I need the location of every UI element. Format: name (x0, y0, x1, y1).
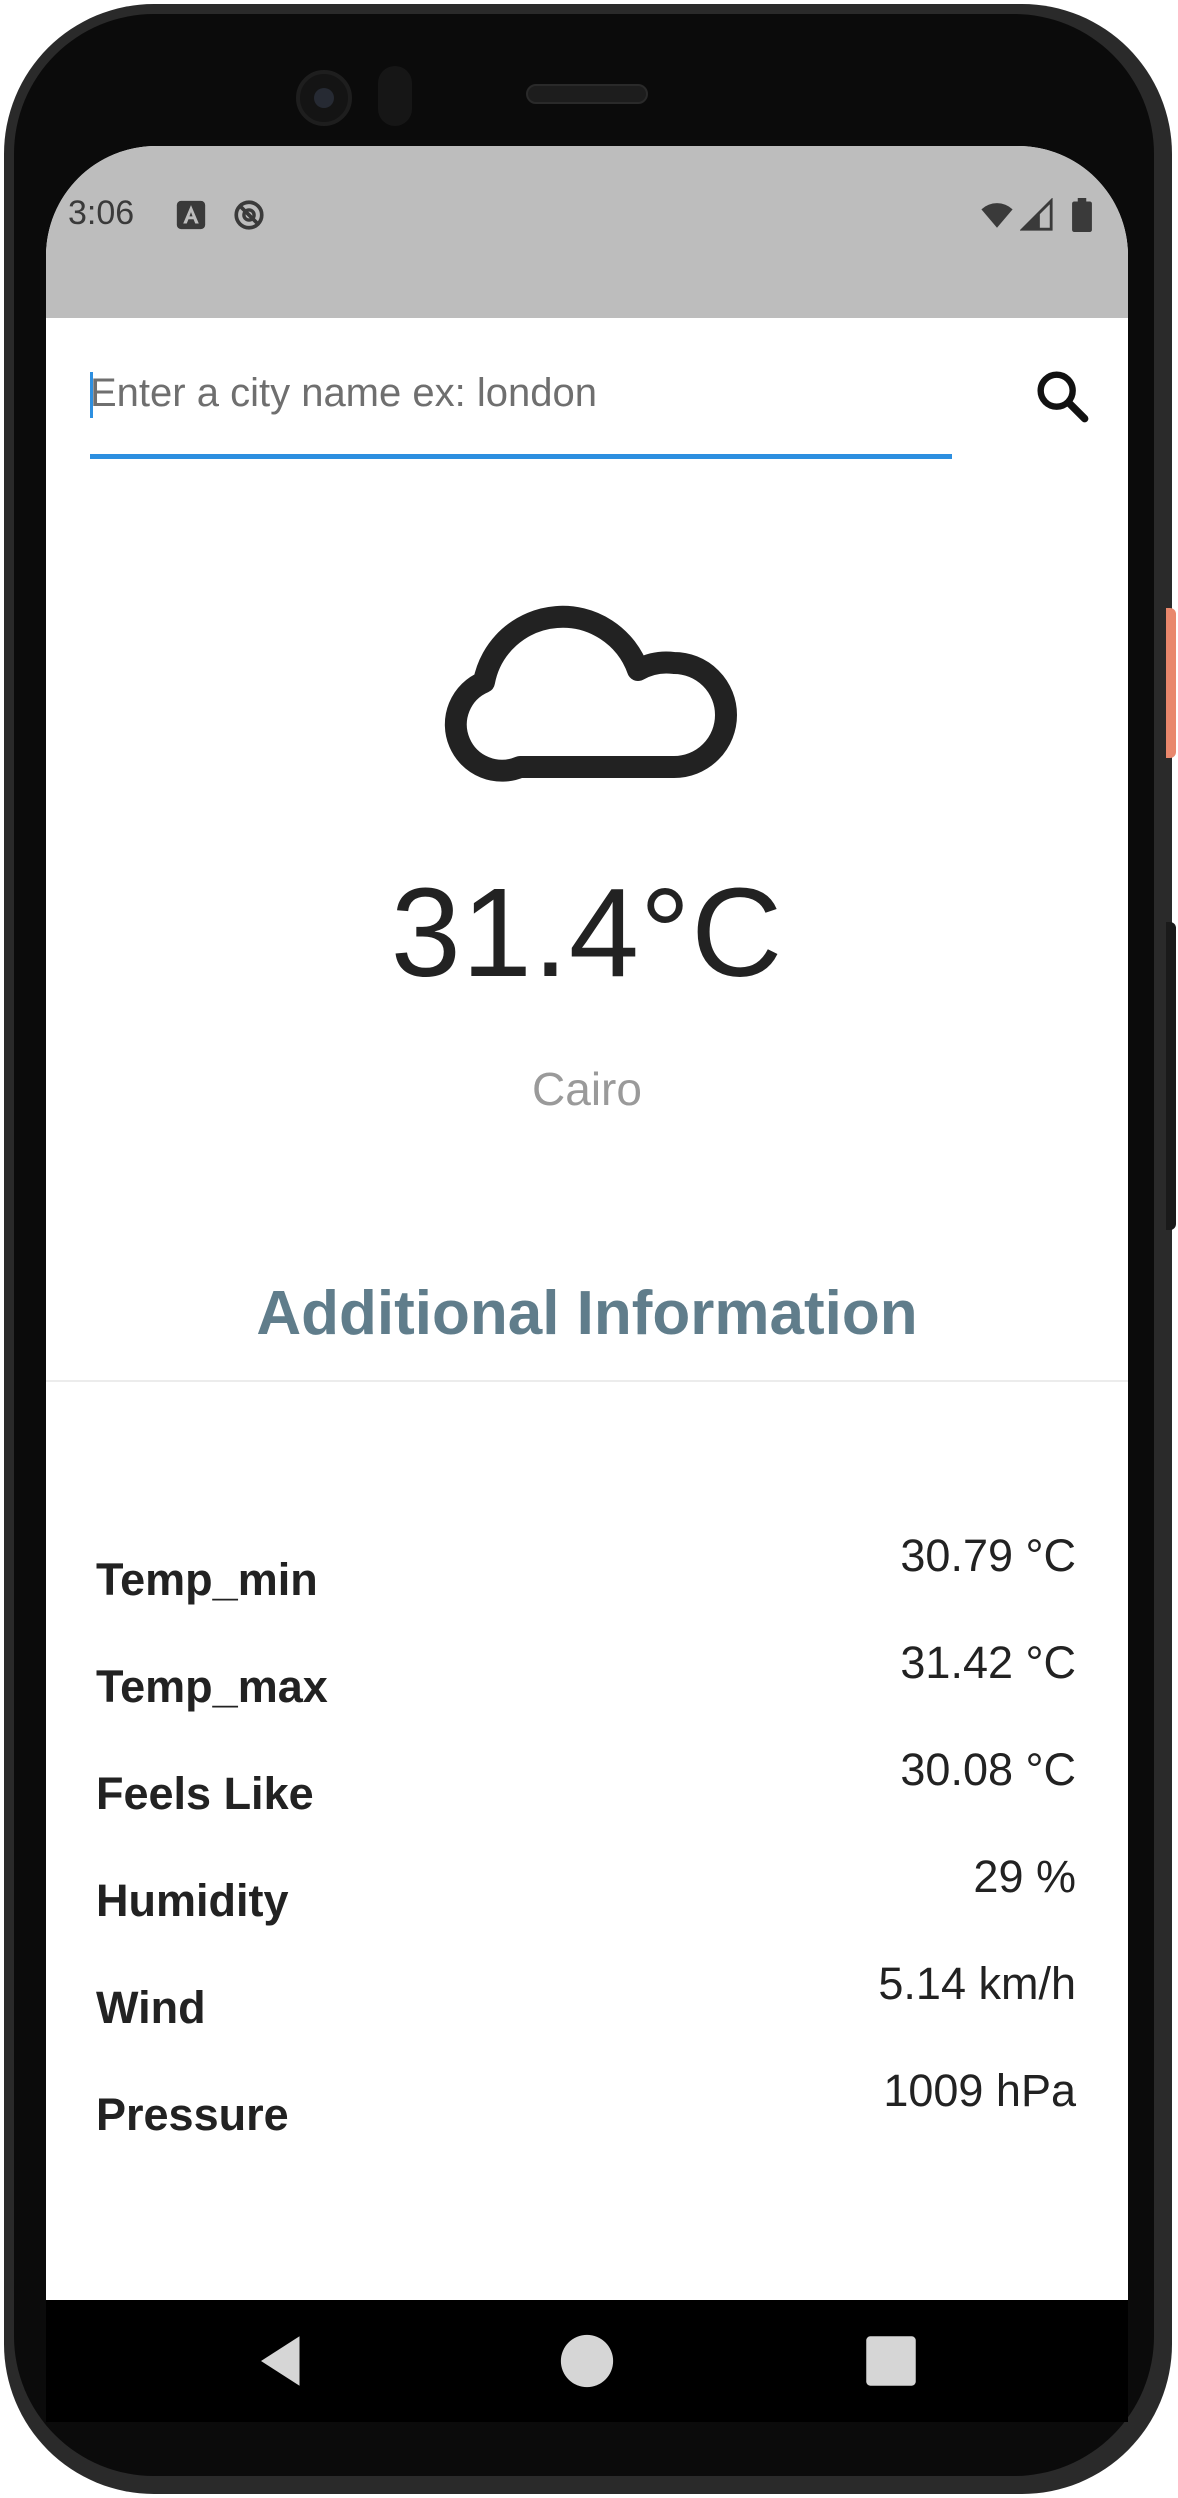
search-icon[interactable] (1030, 364, 1094, 428)
info-value: 5.14 km/h (878, 1958, 1076, 2009)
wifi-icon (981, 203, 1013, 228)
power-button (1166, 608, 1176, 758)
page: 3:06 Enter a city name ex: london 31.4°C… (0, 0, 1178, 2498)
divider (46, 1380, 1128, 1382)
current-temperature: 31.4°C (390, 862, 784, 1003)
status-bar: 3:06 (46, 146, 1128, 318)
city-name: Cairo (532, 1063, 642, 1115)
info-value: 1009 hPa (883, 2065, 1076, 2116)
info-label: Temp_min (96, 1554, 318, 1605)
info-row-temp-max: Temp_max 31.42 °C (96, 1617, 1076, 1724)
volume-button (1166, 922, 1176, 1230)
app-screen: 3:06 Enter a city name ex: london 31.4°C… (46, 146, 1128, 2300)
no-sync-icon (234, 200, 264, 230)
additional-info-list: Temp_min 30.79 °C Temp_max 31.42 °C Feel… (96, 1510, 1076, 2152)
font-a-icon (176, 200, 206, 230)
front-camera (296, 70, 352, 126)
info-label: Pressure (96, 2089, 289, 2140)
info-row-feels-like: Feels Like 30.08 °C (96, 1724, 1076, 1831)
info-value: 30.79 °C (900, 1530, 1076, 1581)
city-search-input[interactable] (90, 358, 950, 428)
cloud-icon (444, 605, 737, 782)
info-value: 31.42 °C (900, 1637, 1076, 1688)
info-value: 29 % (973, 1851, 1076, 1902)
earpiece-speaker (526, 84, 648, 104)
info-row-wind: Wind 5.14 km/h (96, 1938, 1076, 2045)
signal-icon (1020, 198, 1053, 231)
battery-icon (1072, 198, 1092, 232)
info-label: Humidity (96, 1875, 289, 1926)
status-time: 3:06 (68, 194, 135, 232)
additional-info-title: Additional Information (256, 1279, 918, 1348)
info-value: 30.08 °C (900, 1744, 1076, 1795)
recents-icon[interactable] (858, 2328, 924, 2394)
info-row-temp-min: Temp_min 30.79 °C (96, 1510, 1076, 1617)
info-label: Temp_max (96, 1661, 328, 1712)
info-row-humidity: Humidity 29 % (96, 1831, 1076, 1938)
proximity-sensor (378, 66, 412, 126)
back-icon[interactable] (250, 2328, 316, 2394)
text-cursor (90, 372, 93, 418)
info-row-pressure: Pressure 1009 hPa (96, 2045, 1076, 2152)
navigation-bar (46, 2300, 1128, 2422)
info-label: Feels Like (96, 1768, 314, 1819)
search-underline (90, 454, 952, 459)
info-label: Wind (96, 1982, 206, 2033)
home-icon[interactable] (554, 2328, 620, 2394)
